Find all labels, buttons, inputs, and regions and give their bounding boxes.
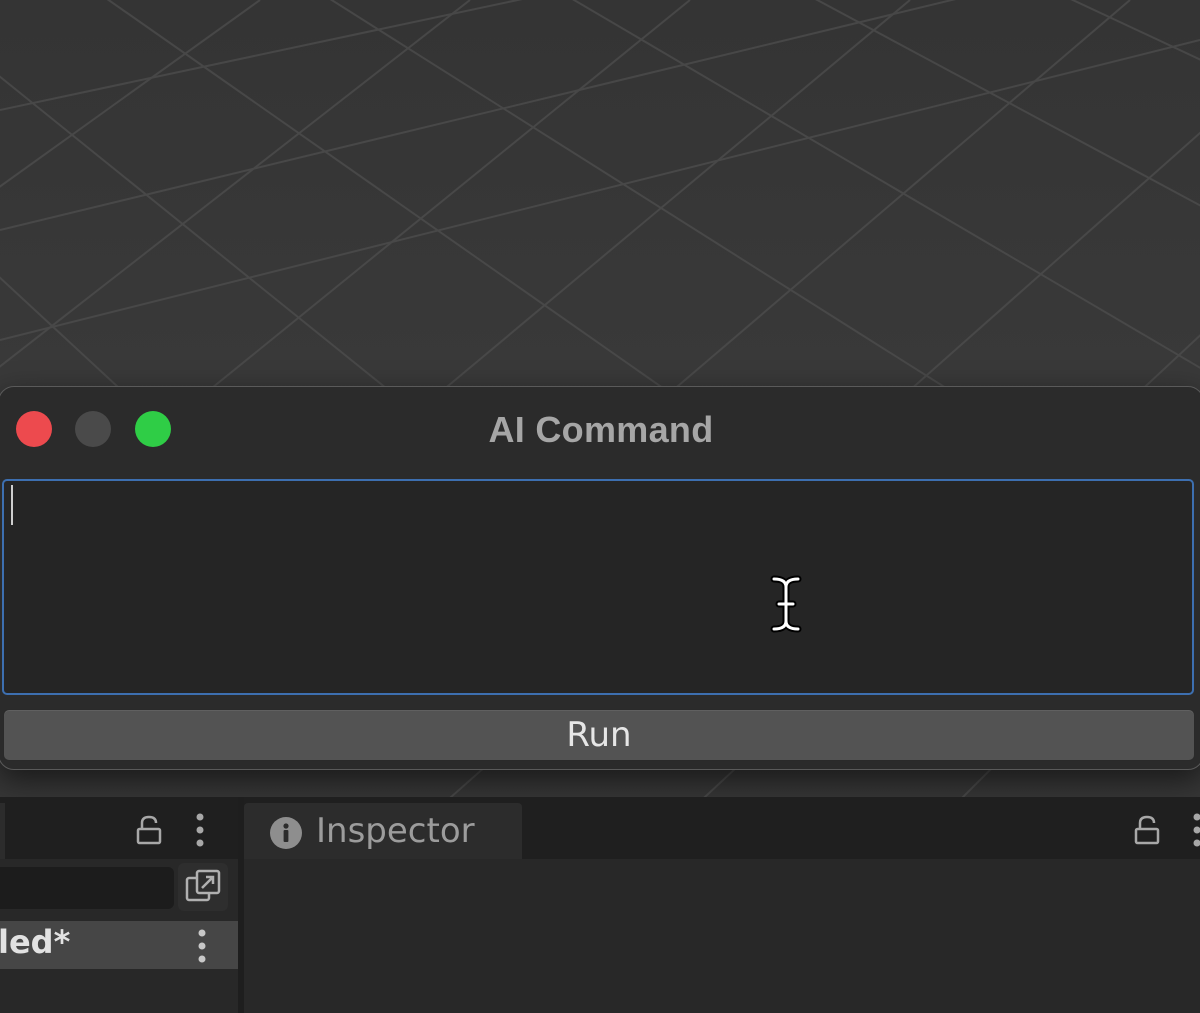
info-icon (270, 817, 302, 849)
kebab-menu-icon[interactable] (1192, 813, 1200, 847)
tab-inspector[interactable]: Inspector (244, 803, 522, 859)
hierarchy-panel: led* (0, 797, 238, 1013)
hierarchy-tabbar (0, 797, 238, 859)
unity-editor: AI Command Run led* Inspector (0, 0, 1200, 1013)
ai-command-window[interactable]: AI Command Run (0, 386, 1200, 770)
inspector-tab-label: Inspector (316, 811, 475, 851)
scene-row-label: led* (0, 923, 71, 961)
hierarchy-search-input[interactable] (0, 867, 174, 909)
editor-bottom-area: led* Inspector (0, 797, 1200, 1013)
command-input[interactable] (2, 479, 1194, 695)
expand-button[interactable] (178, 863, 228, 911)
text-caret (11, 485, 13, 525)
scene-row[interactable]: led* (0, 921, 238, 969)
lock-icon[interactable] (136, 815, 162, 845)
text-cursor-icon (770, 575, 802, 633)
inspector-panel: Inspector (244, 797, 1200, 1013)
lock-icon[interactable] (1134, 815, 1160, 845)
window-title: AI Command (488, 409, 714, 450)
hierarchy-tab[interactable] (0, 803, 5, 859)
expand-icon (185, 869, 221, 902)
kebab-menu-icon[interactable] (197, 929, 207, 963)
run-button[interactable]: Run (3, 709, 1195, 761)
window-titlebar[interactable]: AI Command (0, 387, 1200, 471)
kebab-menu-icon[interactable] (195, 813, 205, 847)
inspector-tabbar: Inspector (244, 797, 1200, 859)
